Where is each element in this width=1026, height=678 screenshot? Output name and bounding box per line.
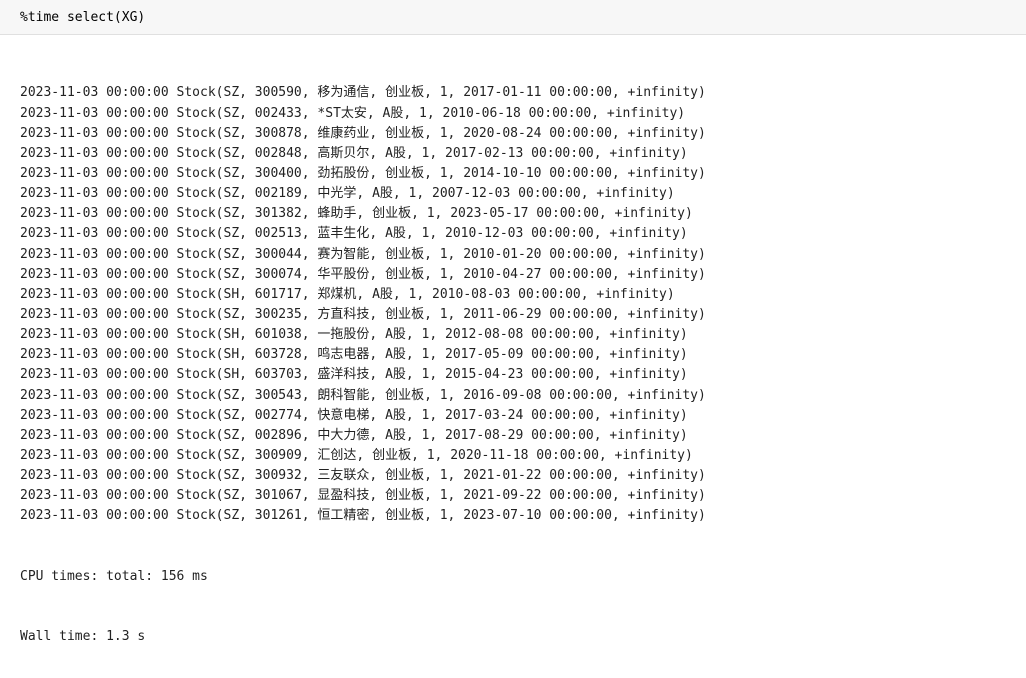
output-line: 2023-11-03 00:00:00 Stock(SH, 603728, 鸣志… <box>20 345 1014 365</box>
code-input-cell[interactable]: %time select(XG) <box>0 0 1026 35</box>
output-line: 2023-11-03 00:00:00 Stock(SH, 601717, 郑煤… <box>20 285 1014 305</box>
output-line: 2023-11-03 00:00:00 Stock(SZ, 300044, 赛为… <box>20 245 1014 265</box>
output-cell: 2023-11-03 00:00:00 Stock(SZ, 300590, 移为… <box>0 35 1026 677</box>
output-line: 2023-11-03 00:00:00 Stock(SZ, 301067, 显盈… <box>20 486 1014 506</box>
output-line: 2023-11-03 00:00:00 Stock(SZ, 002513, 蓝丰… <box>20 224 1014 244</box>
output-line: 2023-11-03 00:00:00 Stock(SZ, 002848, 高斯… <box>20 144 1014 164</box>
output-line: 2023-11-03 00:00:00 Stock(SZ, 300074, 华平… <box>20 265 1014 285</box>
output-line: 2023-11-03 00:00:00 Stock(SZ, 002433, *S… <box>20 104 1014 124</box>
output-line: 2023-11-03 00:00:00 Stock(SZ, 300590, 移为… <box>20 83 1014 103</box>
output-line: 2023-11-03 00:00:00 Stock(SH, 601038, 一拖… <box>20 325 1014 345</box>
output-line: 2023-11-03 00:00:00 Stock(SZ, 300878, 维康… <box>20 124 1014 144</box>
output-line: 2023-11-03 00:00:00 Stock(SZ, 300909, 汇创… <box>20 446 1014 466</box>
output-line: 2023-11-03 00:00:00 Stock(SZ, 300400, 劲拓… <box>20 164 1014 184</box>
output-rows: 2023-11-03 00:00:00 Stock(SZ, 300590, 移为… <box>20 83 1014 526</box>
output-line: 2023-11-03 00:00:00 Stock(SZ, 301382, 蜂助… <box>20 204 1014 224</box>
code-text: %time select(XG) <box>12 8 1014 28</box>
output-line: 2023-11-03 00:00:00 Stock(SZ, 300932, 三友… <box>20 466 1014 486</box>
output-line: 2023-11-03 00:00:00 Stock(SZ, 002896, 中大… <box>20 426 1014 446</box>
output-line: 2023-11-03 00:00:00 Stock(SZ, 300235, 方直… <box>20 305 1014 325</box>
wall-time: Wall time: 1.3 s <box>20 627 1014 647</box>
output-line: 2023-11-03 00:00:00 Stock(SZ, 002189, 中光… <box>20 184 1014 204</box>
cpu-times: CPU times: total: 156 ms <box>20 567 1014 587</box>
output-line: 2023-11-03 00:00:00 Stock(SZ, 301261, 恒工… <box>20 506 1014 526</box>
output-line: 2023-11-03 00:00:00 Stock(SZ, 002774, 快意… <box>20 406 1014 426</box>
output-line: 2023-11-03 00:00:00 Stock(SH, 603703, 盛洋… <box>20 365 1014 385</box>
output-line: 2023-11-03 00:00:00 Stock(SZ, 300543, 朗科… <box>20 386 1014 406</box>
